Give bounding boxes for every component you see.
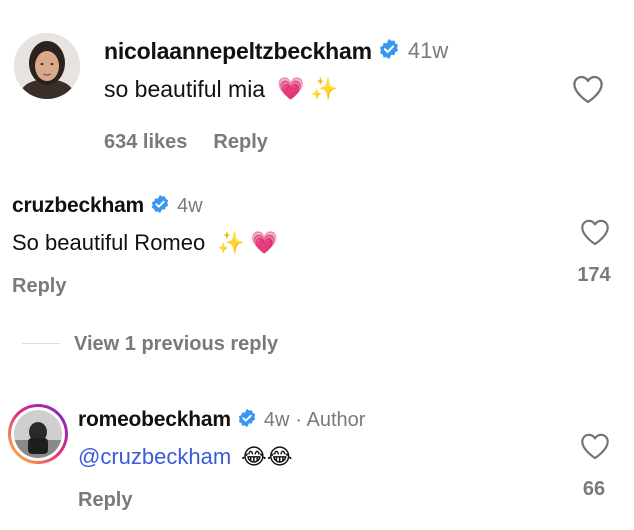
verified-badge-icon	[150, 194, 170, 219]
comment-text: So beautiful Romeo	[12, 230, 206, 255]
comment-text: so beautiful mia	[104, 75, 266, 102]
heart-icon[interactable]	[579, 218, 611, 251]
comment-emoji: 😂😂	[241, 444, 293, 469]
username[interactable]: cruzbeckham	[12, 194, 144, 218]
comment-actions: Reply	[78, 486, 132, 514]
reply-button[interactable]: Reply	[78, 489, 132, 512]
comment-body: @cruzbeckham 😂😂	[78, 442, 293, 472]
like-count: 174	[577, 264, 611, 286]
avatar[interactable]	[8, 404, 68, 464]
username[interactable]: romeobeckham	[78, 408, 231, 432]
mention-link[interactable]: @cruzbeckham	[78, 444, 231, 470]
divider	[22, 343, 60, 344]
verified-badge-icon	[237, 408, 257, 433]
avatar[interactable]	[14, 33, 80, 99]
verified-badge-icon	[378, 38, 400, 65]
likes-count[interactable]: 634 likes	[104, 131, 187, 154]
timestamp: 4w	[177, 194, 203, 217]
heart-icon[interactable]	[579, 432, 611, 465]
comments-thread: nicolaannepeltzbeckham 41w so beautiful …	[0, 0, 634, 530]
view-previous-replies-button[interactable]: View 1 previous reply	[74, 330, 278, 358]
like-count: 66	[582, 478, 606, 500]
comment-body: So beautiful Romeo ✨ 💗	[12, 228, 278, 258]
username[interactable]: nicolaannepeltzbeckham	[104, 38, 372, 65]
timestamp: 41w	[407, 38, 449, 63]
comment-actions: Reply	[12, 272, 66, 300]
comment-emoji: 💗 ✨	[277, 76, 338, 101]
author-tag: · Author	[295, 408, 366, 431]
comment-body: so beautiful mia 💗 ✨	[104, 74, 338, 104]
comment-emoji: ✨ 💗	[217, 230, 279, 255]
comment-actions: 634 likes Reply	[104, 128, 268, 156]
timestamp: 4w	[263, 408, 290, 431]
comment-header: cruzbeckham 4w	[12, 192, 203, 220]
reply-button[interactable]: Reply	[213, 131, 267, 154]
comment-header: nicolaannepeltzbeckham 41w	[104, 36, 448, 66]
heart-icon[interactable]	[571, 74, 605, 109]
reply-button[interactable]: Reply	[12, 275, 66, 298]
view-previous-label: View 1 previous reply	[74, 332, 279, 355]
comment-header: romeobeckham 4w · Author	[78, 406, 365, 434]
